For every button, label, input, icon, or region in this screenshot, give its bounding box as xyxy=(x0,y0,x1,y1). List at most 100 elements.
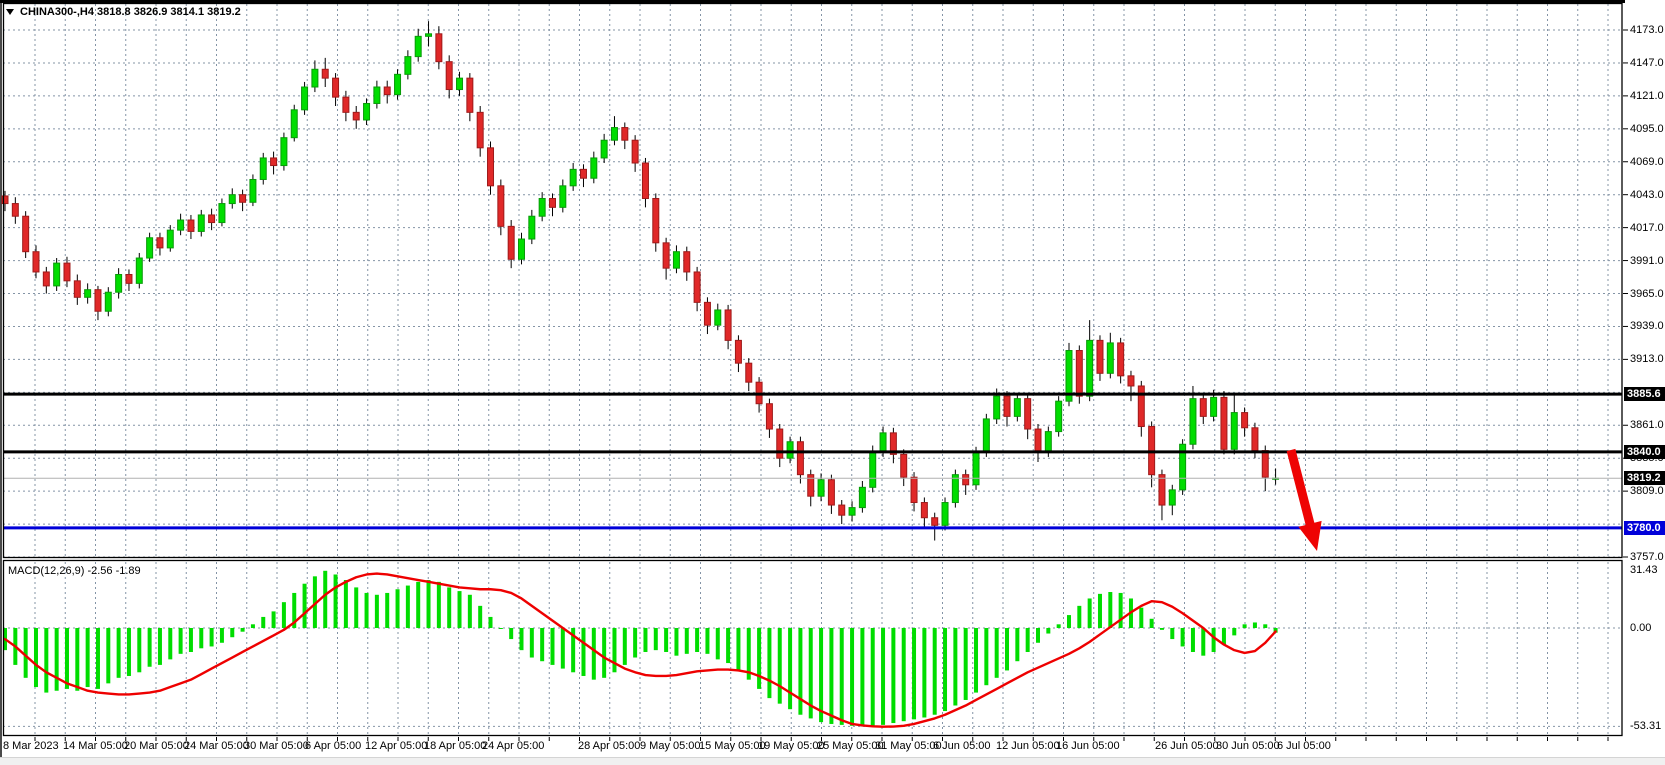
macd-histogram-bar xyxy=(1056,624,1061,628)
macd-histogram-bar xyxy=(467,594,472,628)
candlestick xyxy=(84,289,92,298)
candlestick xyxy=(1189,398,1197,445)
candlestick xyxy=(724,309,732,341)
price-axis-label: 4095.0 xyxy=(1630,122,1664,135)
candlestick xyxy=(166,229,174,249)
macd-histogram-bar xyxy=(1036,628,1040,643)
macd-histogram-bar xyxy=(1180,628,1185,647)
macd-histogram-bar xyxy=(44,628,49,693)
macd-histogram-bar xyxy=(1005,628,1010,671)
price-axis-label: 4043.0 xyxy=(1630,188,1664,201)
candlestick xyxy=(745,362,753,383)
macd-histogram-bar xyxy=(519,628,524,651)
candlestick xyxy=(135,257,143,284)
chart-canvas[interactable] xyxy=(0,0,1665,765)
macd-histogram-bar xyxy=(819,628,824,723)
price-axis-label: 3861.0 xyxy=(1630,419,1664,432)
candlestick xyxy=(1220,396,1228,450)
macd-histogram-bar xyxy=(643,628,648,652)
macd-histogram-bar xyxy=(1046,628,1051,634)
candlestick xyxy=(1230,412,1238,450)
candlestick xyxy=(1024,398,1032,430)
time-axis-label: 30 Mar 05:00 xyxy=(244,740,309,752)
candlestick xyxy=(1096,339,1104,374)
down-arrow-shaft[interactable] xyxy=(1286,448,1316,531)
price-axis-label: 3757.0 xyxy=(1630,551,1664,563)
macd-histogram-bar xyxy=(95,628,100,689)
candlestick xyxy=(931,517,939,526)
candlestick xyxy=(321,68,329,79)
macd-histogram-bar xyxy=(1108,592,1113,628)
macd-axis-label: 0.00 xyxy=(1630,622,1652,634)
macd-histogram-bar xyxy=(891,628,896,724)
candlestick xyxy=(796,441,804,476)
candlestick xyxy=(1199,398,1207,417)
time-axis-label: 31 May 05:00 xyxy=(875,740,942,752)
macd-histogram-bar xyxy=(1211,628,1216,652)
macd-histogram-bar xyxy=(1252,622,1257,628)
candlestick xyxy=(332,77,340,98)
macd-histogram-bar xyxy=(726,628,731,664)
candlestick xyxy=(672,251,680,269)
candlestick xyxy=(456,77,464,91)
macd-histogram-bar xyxy=(994,628,999,678)
macd-histogram-bar xyxy=(664,628,669,652)
time-axis-label: 24 Apr 05:00 xyxy=(482,740,545,752)
candlestick xyxy=(528,215,536,240)
symbol-ohlc: 3818.8 3826.9 3814.1 3819.2 xyxy=(97,6,241,18)
price-line-label: 3885.6 xyxy=(1624,387,1665,402)
macd-histogram-bar xyxy=(54,628,59,691)
candlestick xyxy=(53,262,61,287)
macd-histogram-bar xyxy=(901,628,906,722)
macd-histogram-bar xyxy=(385,592,390,628)
macd-histogram-bar xyxy=(715,628,720,660)
candlestick xyxy=(249,178,257,203)
symbol-dropdown-icon[interactable] xyxy=(6,9,14,15)
candlestick xyxy=(559,185,567,208)
macd-histogram-bar xyxy=(126,628,131,676)
candlestick xyxy=(1137,385,1145,428)
time-axis-label: 30 Jun 05:00 xyxy=(1216,740,1280,752)
candlestick xyxy=(920,502,928,519)
candlestick xyxy=(404,56,412,75)
macd-histogram-bar xyxy=(302,583,307,628)
candlestick xyxy=(476,111,484,149)
candlestick xyxy=(104,291,112,312)
candlestick xyxy=(714,309,722,326)
candlestick xyxy=(218,203,226,224)
macd-histogram-bar xyxy=(157,628,162,665)
candlestick xyxy=(600,139,608,159)
macd-histogram-bar xyxy=(581,628,586,676)
macd-histogram-bar xyxy=(540,628,545,662)
macd-histogram-bar xyxy=(943,628,948,712)
macd-histogram-bar xyxy=(1077,605,1082,628)
macd-histogram-bar xyxy=(736,628,741,671)
macd-histogram-bar xyxy=(199,628,204,649)
macd-histogram-bar xyxy=(1015,628,1020,662)
candlestick xyxy=(662,242,670,269)
macd-histogram-bar xyxy=(85,628,90,688)
price-axis-label: 4173.0 xyxy=(1630,24,1664,36)
price-axis-label: 3913.0 xyxy=(1630,353,1664,366)
candlestick xyxy=(342,96,350,113)
candlestick xyxy=(827,479,835,506)
macd-histogram-bar xyxy=(922,628,927,718)
candlestick xyxy=(42,271,50,287)
candlestick xyxy=(156,237,164,249)
candlestick xyxy=(445,61,453,91)
macd-histogram-bar xyxy=(168,628,173,660)
candlestick xyxy=(776,428,784,459)
macd-histogram-bar xyxy=(436,581,441,628)
down-arrow-head[interactable] xyxy=(1298,520,1322,551)
macd-histogram-bar xyxy=(147,628,152,667)
candlestick xyxy=(951,474,959,504)
candlestick xyxy=(239,194,247,203)
candlestick xyxy=(94,289,102,312)
candlestick xyxy=(900,453,908,478)
macd-histogram-bar xyxy=(1221,628,1226,645)
candlestick xyxy=(394,73,402,96)
time-axis-label: 12 Apr 05:00 xyxy=(365,740,428,752)
candlestick xyxy=(817,479,825,497)
macd-histogram-bar xyxy=(509,628,514,640)
time-axis-label: 24 Mar 05:00 xyxy=(184,740,249,752)
